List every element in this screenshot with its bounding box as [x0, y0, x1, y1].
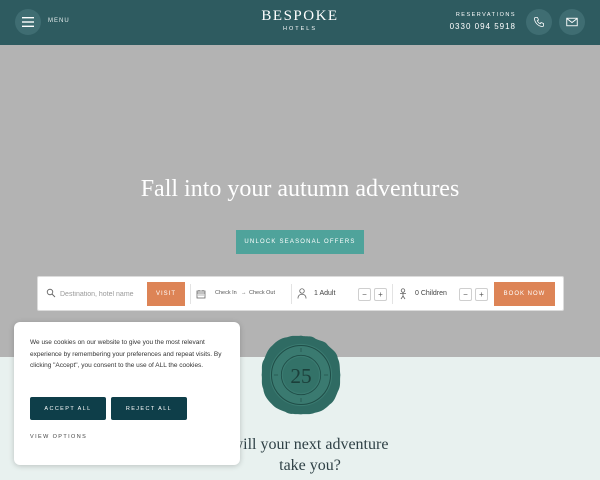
seal-number: 25: [290, 364, 311, 388]
unlock-offers-button[interactable]: UNLOCK SEASONAL OFFERS: [236, 230, 364, 254]
anniversary-seal-icon: 25: [261, 335, 341, 415]
view-options-link[interactable]: VIEW OPTIONS: [30, 434, 87, 440]
phone-icon: [534, 17, 544, 27]
check-out-field[interactable]: Check Out: [249, 290, 275, 296]
mail-button[interactable]: [559, 9, 585, 35]
hero-title: Fall into your autumn adventures: [140, 176, 460, 202]
divider: [291, 284, 292, 304]
user-icon: [297, 288, 307, 299]
children-count: 0 Children: [415, 290, 447, 297]
destination-input[interactable]: [60, 286, 160, 302]
adult-plus-button[interactable]: +: [374, 288, 387, 301]
book-now-button[interactable]: BOOK NOW: [494, 282, 555, 306]
reservations-phone[interactable]: 0330 094 5918: [450, 22, 516, 31]
search-icon: [46, 288, 56, 298]
reservations-label: RESERVATIONS: [455, 12, 516, 18]
calendar-icon: [196, 290, 206, 299]
date-arrow: →: [241, 290, 247, 296]
site-header: MENU BESPOKE HOTELS RESERVATIONS 0330 09…: [0, 0, 600, 45]
booking-bar: VISIT Check In → Check Out 1 Adult − + 0…: [37, 276, 564, 311]
cookie-message: We use cookies on our website to give yo…: [30, 339, 222, 369]
children-plus-button[interactable]: +: [475, 288, 488, 301]
visit-button[interactable]: VISIT: [147, 282, 185, 306]
divider: [190, 284, 191, 304]
adult-minus-button[interactable]: −: [358, 288, 371, 301]
accept-all-button[interactable]: ACCEPT ALL: [30, 397, 106, 420]
cookie-consent-dialog: We use cookies on our website to give yo…: [14, 322, 240, 465]
children-minus-button[interactable]: −: [459, 288, 472, 301]
mail-icon: [566, 17, 578, 27]
adult-count: 1 Adult: [314, 290, 336, 297]
phone-button[interactable]: [526, 9, 552, 35]
reject-all-button[interactable]: REJECT ALL: [111, 397, 187, 420]
divider: [392, 284, 393, 304]
reservations-info: RESERVATIONS 0330 094 5918: [450, 12, 516, 31]
child-icon: [400, 288, 406, 300]
check-in-field[interactable]: Check In: [215, 290, 237, 296]
